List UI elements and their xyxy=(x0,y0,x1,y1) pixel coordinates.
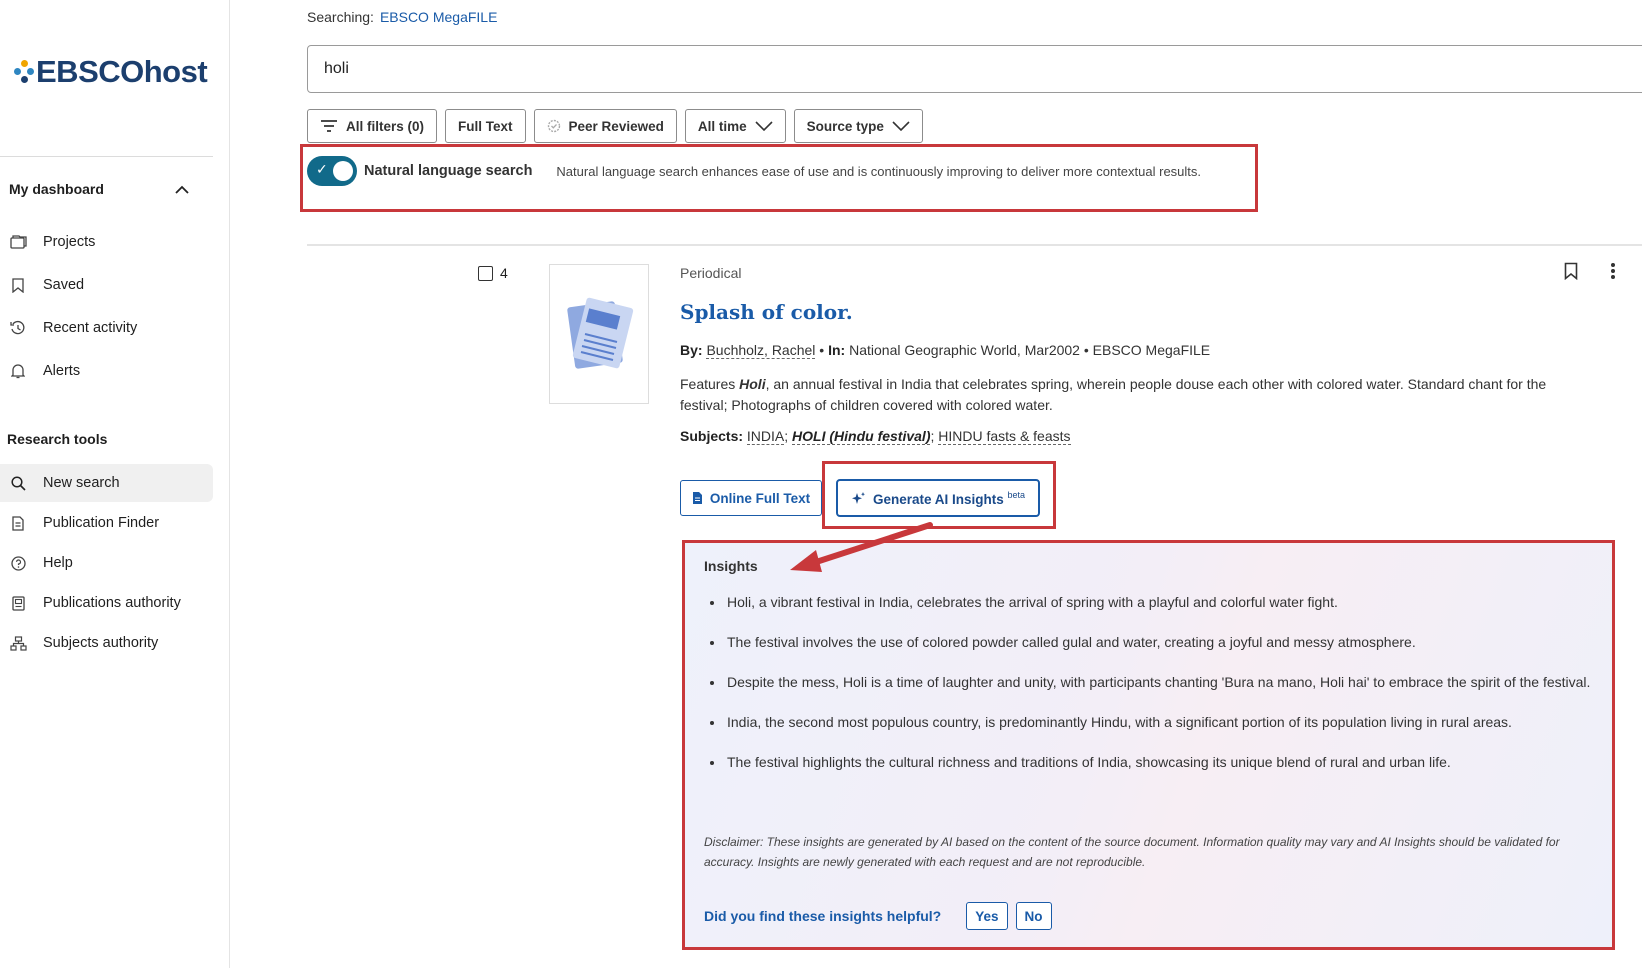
chevron-up-icon xyxy=(175,185,189,194)
book-icon xyxy=(9,595,27,611)
result-number: 4 xyxy=(500,265,508,281)
subject-link[interactable]: HOLI (Hindu festival) xyxy=(792,428,931,445)
all-time-dropdown[interactable]: All time xyxy=(684,109,786,143)
sidebar-item-label: Subjects authority xyxy=(43,635,159,651)
publication-type: Periodical xyxy=(680,265,742,281)
database-link[interactable]: EBSCO MegaFILE xyxy=(380,9,498,25)
results-divider xyxy=(307,244,1642,246)
generate-ai-label: Generate AI Insights xyxy=(872,491,1004,507)
result-title-link[interactable]: Splash of color. xyxy=(680,300,853,324)
logo-mark-icon xyxy=(13,58,35,86)
abstract-text: , an annual festival in India that celeb… xyxy=(680,376,1547,413)
sidebar-item-label: Recent activity xyxy=(43,320,138,336)
result-select-checkbox[interactable]: 4 xyxy=(478,265,508,281)
search-input[interactable]: holi xyxy=(307,45,1642,93)
research-tools-heading: Research tools xyxy=(7,431,108,447)
generate-ai-insights-button[interactable]: Generate AI Insights beta xyxy=(836,479,1040,517)
bookmark-icon xyxy=(9,277,27,293)
natural-language-toggle[interactable]: ✓ xyxy=(307,156,357,186)
sidebar-item-label: Help xyxy=(43,555,73,571)
sidebar-item-label: New search xyxy=(43,475,120,491)
subjects-label: Subjects: xyxy=(680,428,744,444)
history-icon xyxy=(9,320,27,336)
searching-label: Searching: xyxy=(307,9,374,25)
chevron-down-icon xyxy=(892,121,910,131)
annotation-box-insights xyxy=(682,540,1615,950)
sidebar-item-label: Publications authority xyxy=(43,595,181,611)
subject-link[interactable]: HINDU fasts & feasts xyxy=(938,428,1071,445)
periodical-thumbnail[interactable] xyxy=(549,264,649,404)
save-bookmark-button[interactable] xyxy=(1564,262,1578,285)
more-options-button[interactable] xyxy=(1610,262,1616,285)
bookmark-icon xyxy=(1564,262,1578,281)
my-dashboard-toggle[interactable]: My dashboard xyxy=(9,181,189,197)
document-icon xyxy=(692,492,702,504)
search-icon xyxy=(9,475,27,491)
kebab-menu-icon xyxy=(1611,263,1615,279)
sidebar: EBSCOhost My dashboard Projects Saved Re… xyxy=(0,0,230,968)
source-type-label: Source type xyxy=(806,118,884,134)
checkbox-box xyxy=(478,265,493,281)
sidebar-item-label: Saved xyxy=(43,277,85,293)
logo-text: EBSCOhost xyxy=(36,54,208,89)
abstract-highlight: Holi xyxy=(739,376,766,392)
source-database: EBSCO MegaFILE xyxy=(1092,342,1211,358)
all-time-label: All time xyxy=(697,118,747,134)
sidebar-item-alerts[interactable]: Alerts xyxy=(0,352,213,390)
source-type-dropdown[interactable]: Source type xyxy=(793,109,923,143)
periodical-icon xyxy=(567,297,634,369)
subject-link[interactable]: INDIA xyxy=(746,428,785,445)
sparkle-icon xyxy=(851,491,865,504)
sidebar-item-label: Publication Finder xyxy=(43,515,160,531)
online-full-text-button[interactable]: Online Full Text xyxy=(680,480,822,516)
check-icon: ✓ xyxy=(316,161,328,177)
result-abstract: Features Holi, an annual festival in Ind… xyxy=(680,374,1560,416)
result-byline: By: Buchholz, Rachel • In: National Geog… xyxy=(680,342,1211,359)
by-label: By: xyxy=(680,342,703,358)
toggle-knob xyxy=(333,161,353,181)
searching-indicator: Searching: EBSCO MegaFILE xyxy=(307,9,497,25)
natural-language-description: Natural language search enhances ease of… xyxy=(556,163,1202,179)
sidebar-item-saved[interactable]: Saved xyxy=(0,266,213,304)
sidebar-item-new-search[interactable]: New search xyxy=(0,464,213,502)
search-query: holi xyxy=(324,60,349,77)
natural-language-row: ✓ Natural language search Natural langua… xyxy=(307,156,1201,186)
sidebar-item-projects[interactable]: Projects xyxy=(0,223,213,261)
full-text-filter[interactable]: Full Text xyxy=(445,109,526,143)
sidebar-item-label: Projects xyxy=(43,234,96,250)
sidebar-item-label: Alerts xyxy=(43,363,81,379)
sidebar-divider xyxy=(0,156,213,157)
document-icon xyxy=(9,515,27,531)
sidebar-item-help[interactable]: Help xyxy=(0,544,213,582)
peer-reviewed-icon xyxy=(547,119,560,133)
annotation-arrow xyxy=(790,522,933,572)
folders-icon xyxy=(9,235,27,249)
online-full-text-label: Online Full Text xyxy=(709,490,811,506)
help-icon xyxy=(9,555,27,571)
abstract-prefix: Features xyxy=(680,376,740,392)
sidebar-item-publications-authority[interactable]: Publications authority xyxy=(0,584,213,622)
sidebar-item-publication-finder[interactable]: Publication Finder xyxy=(0,504,213,542)
hierarchy-icon xyxy=(9,635,27,651)
my-dashboard-label: My dashboard xyxy=(9,181,104,197)
all-filters-button[interactable]: All filters (0) xyxy=(307,109,438,143)
chevron-down-icon xyxy=(755,121,773,131)
filter-bar: All filters (0) Full Text Peer Reviewed … xyxy=(307,109,923,143)
sidebar-item-subjects-authority[interactable]: Subjects authority xyxy=(0,624,213,662)
beta-badge: beta xyxy=(1007,489,1026,500)
ebscohost-logo[interactable]: EBSCOhost xyxy=(13,54,208,90)
peer-reviewed-filter[interactable]: Peer Reviewed xyxy=(533,109,677,143)
author-link[interactable]: Buchholz, Rachel xyxy=(706,342,816,359)
in-label: In: xyxy=(828,342,846,358)
result-subjects: Subjects: INDIA; HOLI (Hindu festival); … xyxy=(680,428,1071,445)
all-filters-label: All filters (0) xyxy=(346,118,425,134)
peer-reviewed-label: Peer Reviewed xyxy=(568,118,664,134)
filter-icon xyxy=(321,120,337,132)
source-name: National Geographic World, Mar2002 xyxy=(849,342,1080,358)
sidebar-item-recent-activity[interactable]: Recent activity xyxy=(0,309,213,347)
full-text-label: Full Text xyxy=(458,118,513,134)
natural-language-label: Natural language search xyxy=(364,163,533,179)
bell-icon xyxy=(9,363,27,379)
